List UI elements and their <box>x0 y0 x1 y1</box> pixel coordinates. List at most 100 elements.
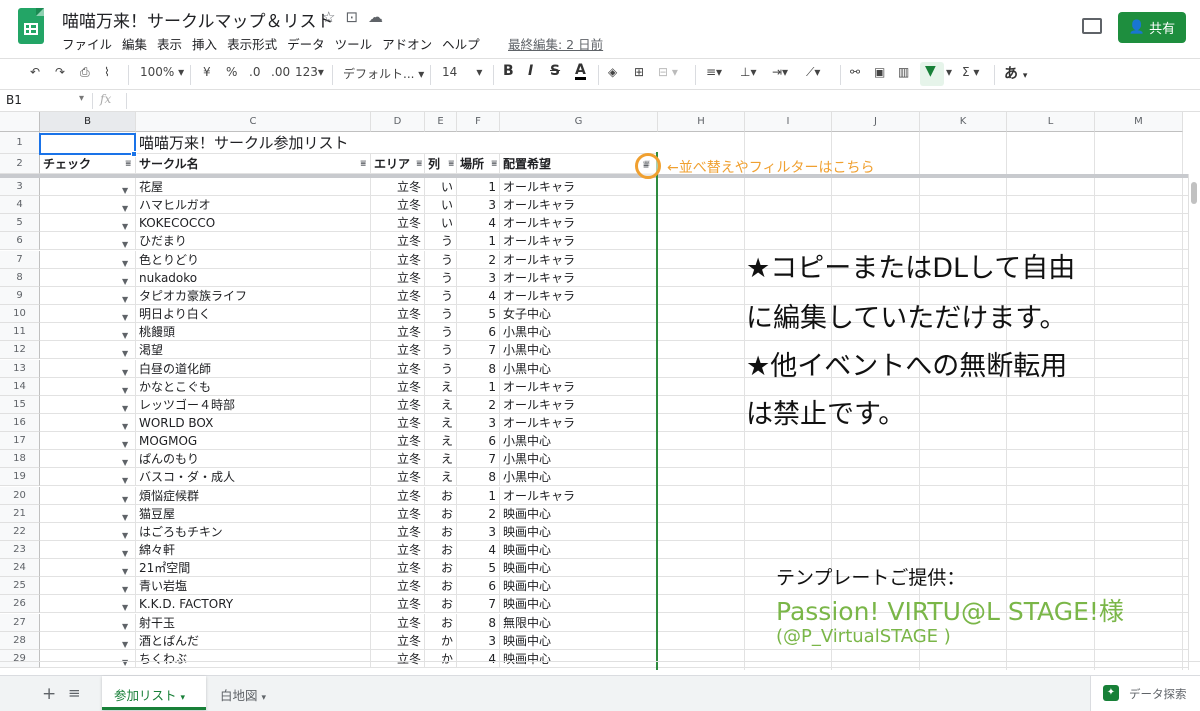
area-cell[interactable]: 立冬 <box>371 614 425 632</box>
column-header[interactable]: J <box>832 112 920 132</box>
check-dropdown-cell[interactable]: ▼ <box>40 396 136 414</box>
menu-format[interactable]: 表示形式 <box>227 34 277 53</box>
circle-name-cell[interactable]: はごろもチキン <box>136 523 371 541</box>
area-cell[interactable]: 立冬 <box>371 287 425 305</box>
header-check[interactable]: チェック ⩸ <box>40 154 136 174</box>
check-dropdown-cell[interactable]: ▼ <box>40 251 136 269</box>
place-cell[interactable]: 1 <box>457 378 500 396</box>
area-cell[interactable]: 立冬 <box>371 559 425 577</box>
row-header[interactable]: 3 <box>0 178 40 196</box>
check-dropdown-cell[interactable]: ▼ <box>40 341 136 359</box>
row-cell[interactable]: い <box>425 196 457 214</box>
check-dropdown-cell[interactable]: ▼ <box>40 269 136 287</box>
preference-cell[interactable]: オールキャラ <box>500 269 658 287</box>
area-cell[interactable]: 立冬 <box>371 595 425 613</box>
folder-move-icon[interactable]: ⊡ <box>345 8 368 26</box>
area-cell[interactable]: 立冬 <box>371 214 425 232</box>
row-cell[interactable]: え <box>425 468 457 486</box>
place-cell[interactable]: 1 <box>457 487 500 505</box>
check-dropdown-cell[interactable]: ▼ <box>40 541 136 559</box>
chevron-down-icon[interactable]: ▼ <box>122 581 128 594</box>
insert-comment-icon[interactable]: ▣ <box>874 65 885 79</box>
area-cell[interactable]: 立冬 <box>371 378 425 396</box>
area-cell[interactable]: 立冬 <box>371 178 425 196</box>
row-cell[interactable]: え <box>425 432 457 450</box>
area-cell[interactable]: 立冬 <box>371 450 425 468</box>
circle-name-cell[interactable]: かなとこぐも <box>136 378 371 396</box>
check-dropdown-cell[interactable]: ▼ <box>40 414 136 432</box>
place-cell[interactable]: 6 <box>457 432 500 450</box>
place-cell[interactable]: 4 <box>457 541 500 559</box>
preference-cell[interactable]: 小黒中心 <box>500 450 658 468</box>
menu-addons[interactable]: アドオン <box>382 34 432 53</box>
row-header[interactable]: 12 <box>0 341 40 359</box>
area-cell[interactable]: 立冬 <box>371 414 425 432</box>
place-cell[interactable]: 2 <box>457 396 500 414</box>
check-dropdown-cell[interactable]: ▼ <box>40 559 136 577</box>
check-dropdown-cell[interactable]: ▼ <box>40 287 136 305</box>
row-cell[interactable]: お <box>425 577 457 595</box>
area-cell[interactable]: 立冬 <box>371 468 425 486</box>
chevron-down-icon[interactable]: ▼ <box>122 454 128 467</box>
check-dropdown-cell[interactable]: ▼ <box>40 505 136 523</box>
filter-icon[interactable]: ▼ <box>925 63 936 79</box>
explore-button[interactable]: ✦ データ探索 <box>1090 676 1200 711</box>
check-dropdown-cell[interactable]: ▼ <box>40 450 136 468</box>
row-header[interactable]: 7 <box>0 251 40 269</box>
row-cell[interactable]: う <box>425 323 457 341</box>
text-color-button[interactable]: A <box>575 63 586 80</box>
borders-icon[interactable]: ⊞ <box>634 65 644 79</box>
circle-name-cell[interactable]: バスコ・ダ・成人 <box>136 468 371 486</box>
check-dropdown-cell[interactable]: ▼ <box>40 614 136 632</box>
chevron-down-icon[interactable]: ▼ <box>122 527 128 540</box>
circle-name-cell[interactable]: KOKECOCCO <box>136 214 371 232</box>
row-header[interactable]: 27 <box>0 614 40 632</box>
chevron-down-icon[interactable]: ▼ <box>122 636 128 649</box>
preference-cell[interactable]: オールキャラ <box>500 251 658 269</box>
header-place[interactable]: 場所 ⩸ <box>457 154 500 174</box>
row-cell[interactable]: い <box>425 214 457 232</box>
star-icon[interactable]: ☆ <box>322 8 345 26</box>
place-cell[interactable]: 7 <box>457 341 500 359</box>
row-header[interactable]: 14 <box>0 378 40 396</box>
row-header[interactable]: 23 <box>0 541 40 559</box>
column-header[interactable]: H <box>658 112 745 132</box>
column-header[interactable]: L <box>1007 112 1095 132</box>
circle-name-cell[interactable]: 桃饅頭 <box>136 323 371 341</box>
row-cell[interactable]: い <box>425 178 457 196</box>
add-sheet-icon[interactable]: + <box>42 684 56 704</box>
column-header[interactable]: B <box>40 112 136 132</box>
check-dropdown-cell[interactable]: ▼ <box>40 523 136 541</box>
fill-handle[interactable] <box>131 151 137 157</box>
circle-name-cell[interactable]: WORLD BOX <box>136 414 371 432</box>
row-cell[interactable]: え <box>425 450 457 468</box>
sheets-logo-icon[interactable] <box>18 8 44 44</box>
header-circle-name[interactable]: サークル名 ⩸ <box>136 154 371 174</box>
all-sheets-icon[interactable]: ≡ <box>68 684 81 702</box>
row-cell[interactable]: え <box>425 414 457 432</box>
area-cell[interactable]: 立冬 <box>371 269 425 287</box>
row-header[interactable]: 11 <box>0 323 40 341</box>
cloud-status-icon[interactable]: ☁ <box>368 8 393 26</box>
check-dropdown-cell[interactable]: ▼ <box>40 323 136 341</box>
row-cell[interactable]: お <box>425 595 457 613</box>
preference-cell[interactable]: 映画中心 <box>500 577 658 595</box>
row-header[interactable]: 17 <box>0 432 40 450</box>
align-left-icon[interactable]: ≡▾ <box>706 65 722 79</box>
column-filter-icon[interactable]: ⩸ <box>449 154 454 173</box>
check-dropdown-cell[interactable]: ▼ <box>40 632 136 650</box>
row-cell[interactable]: う <box>425 287 457 305</box>
check-dropdown-cell[interactable]: ▼ <box>40 214 136 232</box>
row-cell[interactable]: お <box>425 559 457 577</box>
column-filter-icon[interactable]: ⩸ <box>492 154 497 173</box>
preference-cell[interactable]: 映画中心 <box>500 559 658 577</box>
chevron-down-icon[interactable]: ▼ <box>122 472 128 485</box>
preference-cell[interactable]: 小黒中心 <box>500 432 658 450</box>
chevron-down-icon[interactable]: ▼ <box>122 400 128 413</box>
row-cell[interactable]: お <box>425 614 457 632</box>
check-dropdown-cell[interactable]: ▼ <box>40 378 136 396</box>
chevron-down-icon[interactable]: ▼ <box>122 273 128 286</box>
chevron-down-icon[interactable]: ▼ <box>122 309 128 322</box>
horizontal-scrollbar[interactable] <box>0 661 1200 670</box>
circle-name-cell[interactable]: MOGMOG <box>136 432 371 450</box>
